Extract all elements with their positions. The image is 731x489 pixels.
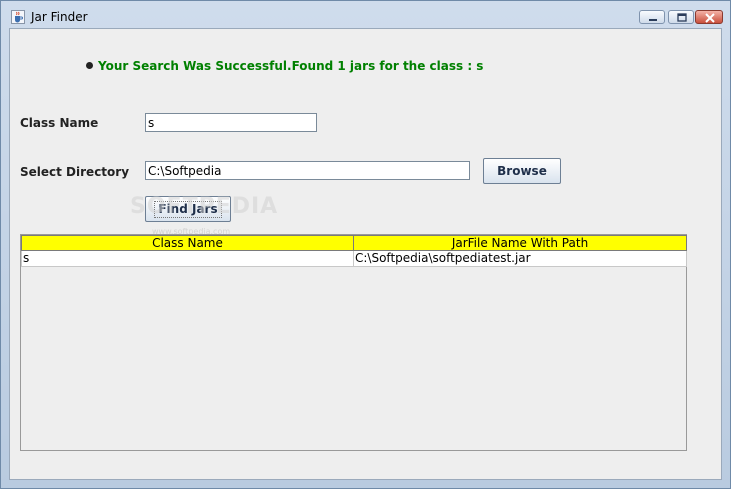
find-jars-button[interactable]: Find Jars — [145, 196, 231, 222]
table-row[interactable]: s C:\Softpedia\softpediatest.jar — [21, 251, 687, 267]
maximize-icon — [677, 13, 687, 22]
minimize-button[interactable] — [639, 10, 665, 24]
cell-jarfile-path[interactable]: C:\Softpedia\softpediatest.jar — [353, 251, 687, 267]
browse-button[interactable]: Browse — [483, 158, 561, 184]
class-name-input[interactable] — [145, 113, 317, 132]
cell-class-name[interactable]: s — [21, 251, 354, 267]
table-header: Class Name JarFile Name With Path — [21, 235, 687, 251]
java-cup-icon — [11, 10, 25, 24]
class-name-label: Class Name — [20, 116, 99, 130]
directory-input[interactable] — [145, 161, 470, 180]
status-message: Your Search Was Successful.Found 1 jars … — [86, 59, 483, 73]
results-table[interactable]: Class Name JarFile Name With Path s C:\S… — [20, 234, 687, 451]
minimize-icon — [649, 19, 657, 21]
find-jars-label: Find Jars — [154, 201, 222, 218]
status-text: Your Search Was Successful.Found 1 jars … — [98, 59, 484, 73]
maximize-button[interactable] — [668, 10, 694, 24]
close-icon — [705, 13, 715, 23]
column-header-class-name[interactable]: Class Name — [21, 235, 354, 251]
bullet-icon — [86, 62, 93, 69]
select-directory-label: Select Directory — [20, 165, 130, 179]
title-bar[interactable]: Jar Finder — [1, 1, 730, 27]
close-button[interactable] — [695, 10, 723, 24]
column-header-jarfile[interactable]: JarFile Name With Path — [353, 235, 687, 251]
window-title: Jar Finder — [31, 10, 88, 24]
